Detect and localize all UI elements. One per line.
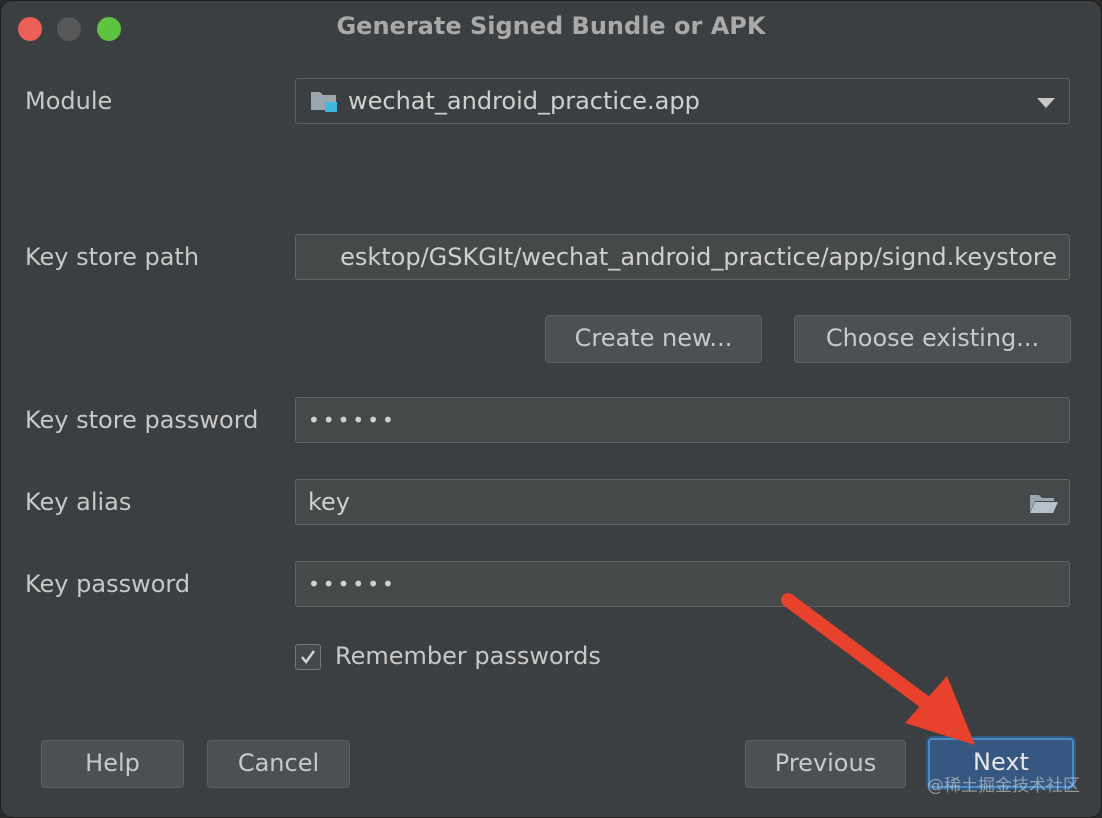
keystore-password-label: Key store password xyxy=(25,406,259,434)
key-password-value: •••••• xyxy=(308,572,397,596)
browse-folder-icon[interactable] xyxy=(1029,491,1059,515)
watermark-text: @稀土掘金技术社区 xyxy=(927,776,1080,796)
key-alias-input[interactable]: key xyxy=(295,479,1070,525)
module-select[interactable]: wechat_android_practice.app xyxy=(295,78,1070,124)
keystore-password-input[interactable]: •••••• xyxy=(295,397,1070,443)
keystore-path-input[interactable]: esktop/GSKGIt/wechat_android_practice/ap… xyxy=(295,234,1070,280)
key-alias-value: key xyxy=(308,488,351,516)
keystore-path-label: Key store path xyxy=(25,243,200,271)
module-label: Module xyxy=(25,87,113,115)
remember-passwords-label[interactable]: Remember passwords xyxy=(335,642,601,670)
title-bar: Generate Signed Bundle or APK xyxy=(1,1,1101,55)
create-new-button[interactable]: Create new... xyxy=(545,315,762,363)
key-password-input[interactable]: •••••• xyxy=(295,561,1070,607)
choose-existing-button[interactable]: Choose existing... xyxy=(794,315,1071,363)
checkmark-icon xyxy=(301,650,315,664)
keystore-path-value: esktop/GSKGIt/wechat_android_practice/ap… xyxy=(340,243,1057,271)
chevron-down-icon xyxy=(1037,98,1055,108)
keystore-password-value: •••••• xyxy=(308,408,397,432)
previous-button[interactable]: Previous xyxy=(745,740,906,788)
remember-passwords-checkbox[interactable] xyxy=(295,644,321,670)
module-folder-icon xyxy=(311,92,337,112)
module-select-value: wechat_android_practice.app xyxy=(348,87,700,115)
dialog-title: Generate Signed Bundle or APK xyxy=(336,12,766,40)
key-password-label: Key password xyxy=(25,570,191,598)
help-button[interactable]: Help xyxy=(41,740,184,788)
generate-signed-bundle-dialog: Generate Signed Bundle or APK Module wec… xyxy=(0,0,1102,818)
cancel-button[interactable]: Cancel xyxy=(207,740,350,788)
key-alias-label: Key alias xyxy=(25,488,132,516)
